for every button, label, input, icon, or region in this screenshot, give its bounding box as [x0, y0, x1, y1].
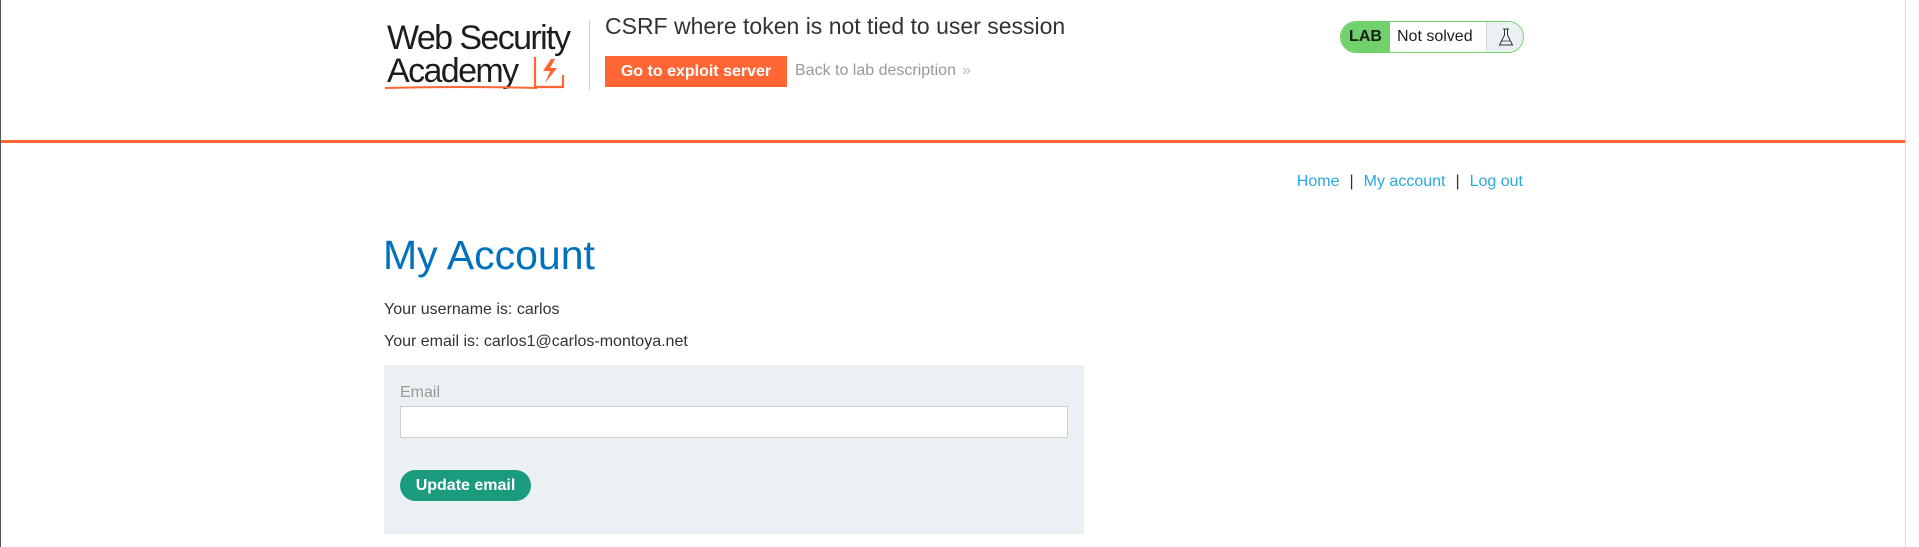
- chevron-right-icon: »: [961, 62, 971, 79]
- go-to-exploit-server-button[interactable]: Go to exploit server: [605, 56, 787, 87]
- header-divider: [589, 20, 590, 90]
- logo-line-2: Academy: [387, 52, 519, 90]
- nav-home-link[interactable]: Home: [1297, 173, 1340, 190]
- email-label: Email: [400, 384, 441, 401]
- lightning-bolt-icon: [533, 57, 565, 89]
- scrollbar-track[interactable]: [1905, 0, 1919, 547]
- nav-my-account-link[interactable]: My account: [1364, 173, 1446, 190]
- page: Web Security Academy CSRF where token is…: [0, 0, 1919, 547]
- web-security-academy-logo[interactable]: Web Security Academy: [385, 18, 585, 92]
- lab-title: CSRF where token is not tied to user ses…: [605, 13, 1066, 39]
- email-text: Your email is: carlos1@carlos-montoya.ne…: [384, 333, 688, 350]
- page-title: My Account: [383, 232, 595, 278]
- nav-log-out-link[interactable]: Log out: [1470, 173, 1523, 190]
- account-nav: Home | My account | Log out: [1297, 173, 1523, 191]
- nav-separator: |: [1349, 173, 1354, 190]
- flask-icon: [1486, 22, 1523, 52]
- change-email-form: Email Update email: [384, 365, 1084, 534]
- lab-status-widget: LAB Not solved: [1340, 21, 1524, 53]
- back-to-lab-description-link[interactable]: Back to lab description »: [795, 62, 971, 80]
- lab-status-text: Not solved: [1397, 28, 1473, 45]
- email-input[interactable]: [400, 406, 1068, 438]
- update-email-button[interactable]: Update email: [400, 470, 531, 501]
- nav-separator: |: [1455, 173, 1460, 190]
- lab-badge: LAB: [1341, 22, 1390, 52]
- back-link-label: Back to lab description: [795, 62, 956, 79]
- logo-underline-icon: [385, 86, 537, 89]
- username-text: Your username is: carlos: [384, 301, 560, 318]
- lab-header: Web Security Academy CSRF where token is…: [1, 0, 1906, 143]
